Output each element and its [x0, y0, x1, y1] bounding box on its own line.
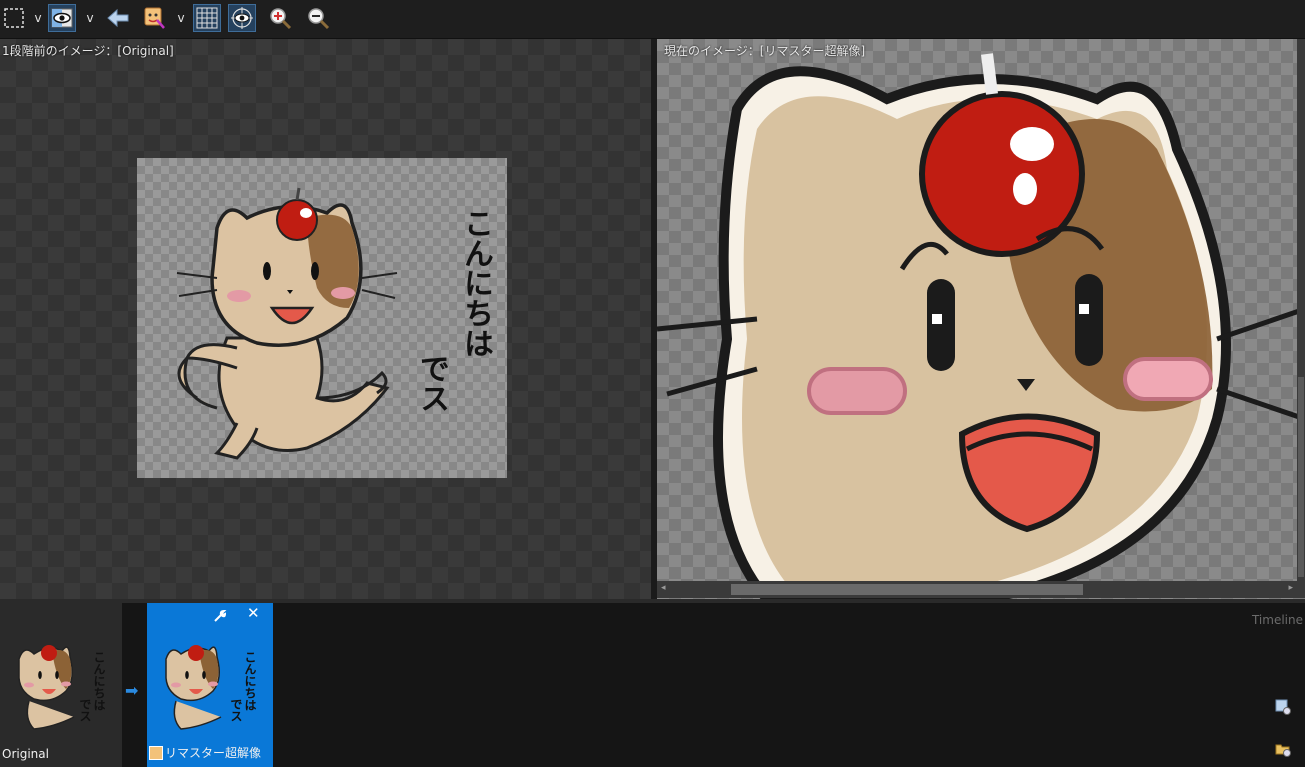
cat-illustration-zoomed [657, 53, 1305, 599]
export-icon[interactable] [1275, 699, 1291, 715]
preview-mode-button[interactable] [48, 4, 76, 32]
vertical-scrollbar[interactable] [1297, 39, 1305, 581]
eye-split-icon [51, 8, 73, 28]
selection-dropdown-toggle[interactable]: v [32, 10, 44, 26]
previous-image-pane[interactable]: 1段階前のイメージ：[Original] こんにちは でス [0, 39, 651, 599]
timeline-item-remaster[interactable]: ✕ こんにちは でス リマスター超解像 [147, 603, 273, 767]
original-thumb-text1: こんにちは [92, 651, 106, 711]
zoom-in-icon [270, 8, 292, 30]
timeline-label: Timeline [1251, 613, 1303, 627]
timeline-item-original[interactable]: こんにちは でス Original [0, 603, 122, 767]
original-thumb-text2: でス [78, 698, 92, 722]
greeting-text-line2: でス [414, 353, 449, 413]
horizontal-scroll-thumb[interactable] [731, 584, 1083, 595]
previous-image-label: 1段階前のイメージ：[Original] [2, 44, 174, 58]
timeline-panel: Timeline こんにちは でス Original ➡ ✕ こんにちは でス … [0, 599, 1305, 767]
remaster-thumb-text2: でス [229, 698, 243, 722]
zoom-out-icon [308, 8, 330, 30]
close-icon[interactable]: ✕ [247, 604, 260, 622]
dashed-rectangle-icon [4, 8, 24, 28]
timeline-item-caption: Original [2, 747, 49, 761]
scroll-right-arrow[interactable]: ▸ [1288, 583, 1293, 593]
selection-tool-button[interactable] [0, 4, 28, 32]
back-button[interactable] [104, 4, 132, 32]
timeline-item-caption: リマスター超解像 [165, 746, 262, 760]
vertical-scroll-thumb[interactable] [1298, 377, 1304, 577]
face-tool-dropdown-toggle[interactable]: v [175, 10, 187, 26]
eye-target-icon [231, 7, 253, 29]
grid-button[interactable] [193, 4, 221, 32]
face-tool-button[interactable] [140, 4, 168, 32]
face-brush-icon [144, 7, 165, 29]
toolbar: v v v [0, 0, 1305, 39]
original-image: こんにちは でス [137, 158, 507, 478]
remaster-thumb-text1: こんにちは [243, 651, 257, 711]
current-image-label: 現在のイメージ：[リマスター超解像] [664, 44, 866, 58]
target-view-button[interactable] [228, 4, 256, 32]
zoom-out-button[interactable] [304, 4, 332, 32]
open-folder-icon[interactable] [1275, 741, 1291, 757]
cat-illustration [176, 187, 398, 460]
preview-mode-dropdown-toggle[interactable]: v [84, 10, 96, 26]
current-image-pane[interactable]: 現在のイメージ：[リマスター超解像] [657, 39, 1305, 599]
horizontal-scrollbar[interactable]: ◂ ▸ [657, 581, 1305, 598]
timeline-arrow-icon: ➡ [125, 681, 139, 700]
remaster-type-icon [149, 745, 163, 760]
arrow-left-icon [107, 8, 129, 28]
wrench-icon[interactable] [213, 609, 227, 623]
grid-icon [196, 7, 218, 29]
scroll-left-arrow[interactable]: ◂ [661, 583, 666, 593]
greeting-text-line1: こんにちは [458, 208, 493, 358]
zoom-in-button[interactable] [266, 4, 294, 32]
timeline-item-caption-row: リマスター超解像 [149, 744, 261, 761]
